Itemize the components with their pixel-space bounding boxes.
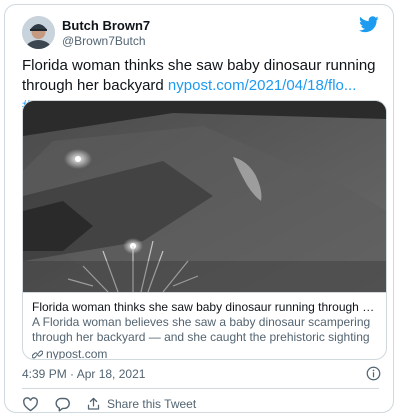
- heart-icon: [23, 396, 38, 411]
- tweet-timestamp[interactable]: 4:39 PM · Apr 18, 2021: [22, 367, 145, 381]
- action-bar: Share this Tweet: [22, 395, 211, 413]
- info-icon[interactable]: [366, 366, 381, 381]
- link-icon: [32, 350, 43, 358]
- link-preview-image[interactable]: [23, 101, 386, 292]
- share-button[interactable]: Share this Tweet: [86, 396, 196, 412]
- reply-button[interactable]: [54, 396, 71, 413]
- action-divider: [22, 388, 379, 389]
- article-link[interactable]: nypost.com/2021/04/18/flo...: [168, 77, 356, 94]
- link-preview-card[interactable]: Florida woman thinks she saw baby dinosa…: [22, 100, 387, 360]
- link-preview-domain: nypost.com: [46, 347, 108, 360]
- like-button[interactable]: [22, 396, 39, 413]
- link-preview-description: A Florida woman believes she saw a baby …: [32, 315, 371, 344]
- link-preview-title: Florida woman thinks she saw baby dinosa…: [32, 300, 377, 314]
- reply-bubble-icon: [55, 397, 70, 412]
- link-preview-meta[interactable]: Florida woman thinks she saw baby dinosa…: [23, 292, 386, 360]
- author-name[interactable]: Butch Brown7: [62, 18, 150, 33]
- share-label: Share this Tweet: [107, 397, 197, 411]
- link-preview-domain-row: nypost.com: [32, 346, 377, 360]
- author-handle[interactable]: @Brown7Butch: [62, 34, 146, 48]
- avatar[interactable]: [22, 16, 55, 49]
- tweet-card[interactable]: Butch Brown7 @Brown7Butch Florida woman …: [4, 4, 394, 413]
- twitter-bird-icon[interactable]: [359, 16, 379, 33]
- share-icon: [87, 397, 100, 410]
